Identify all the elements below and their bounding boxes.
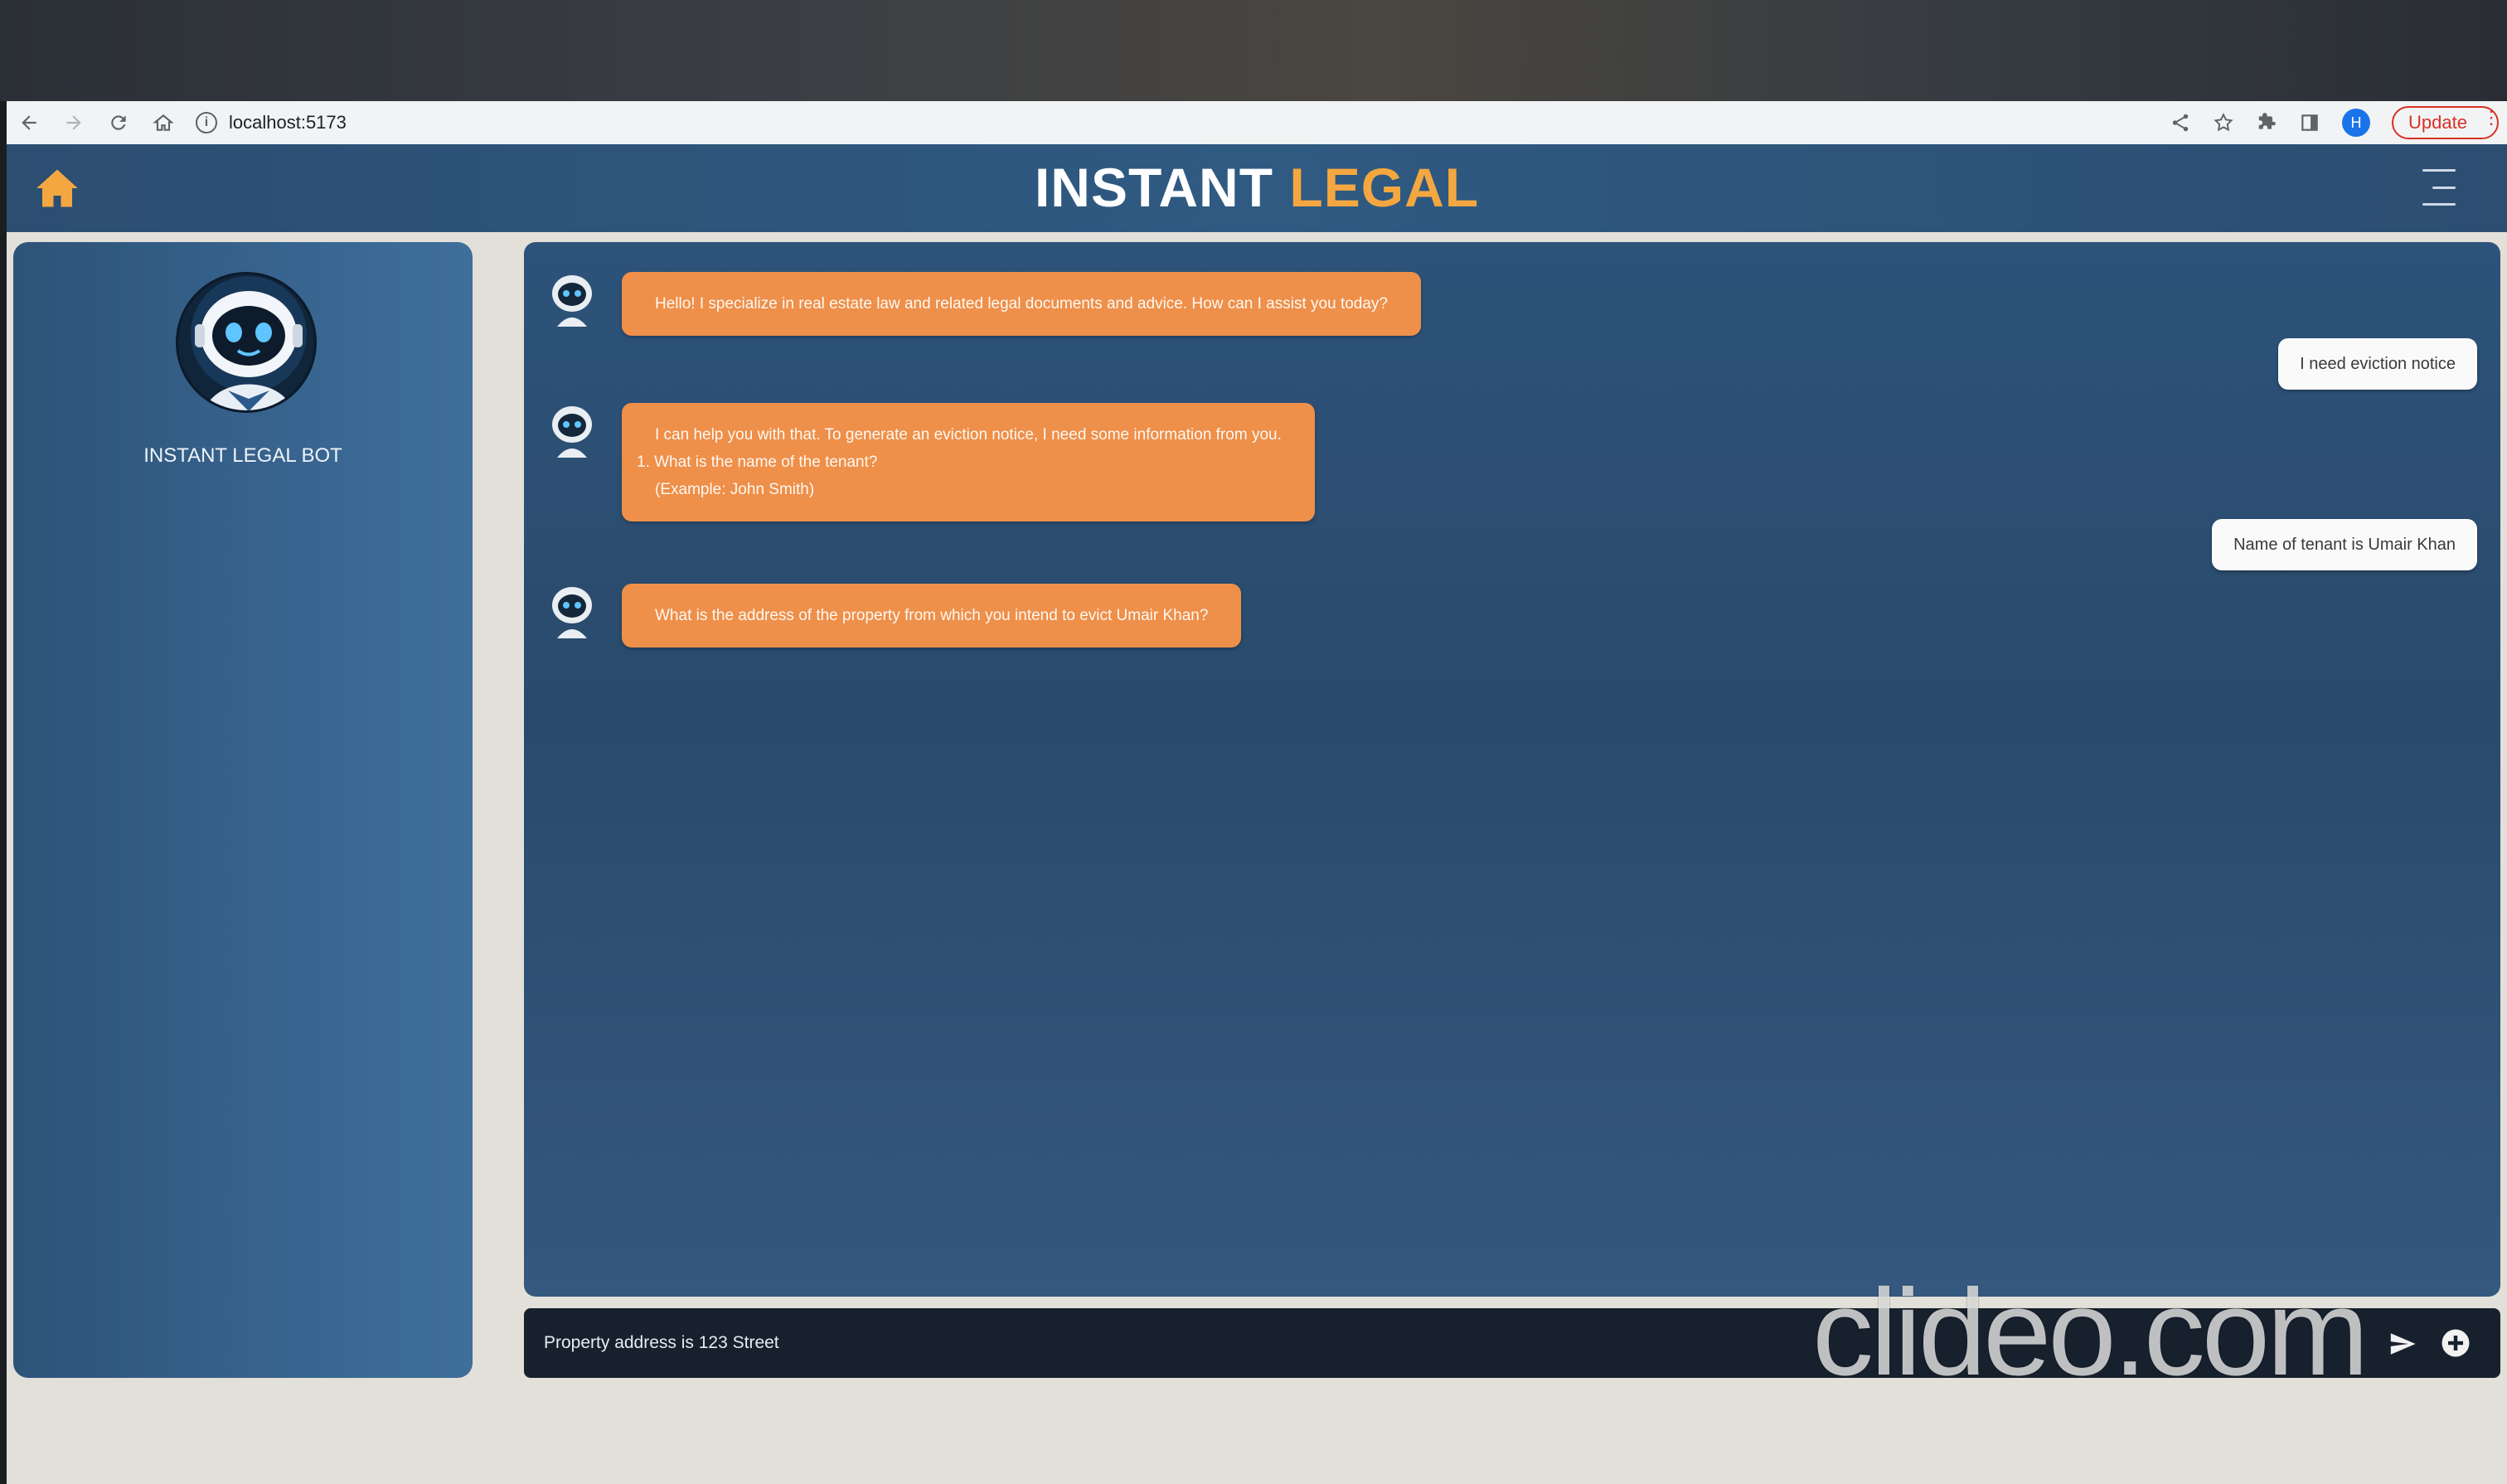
bot-message-text: Hello! I specialize in real estate law a… [655,295,1388,313]
site-info-icon[interactable]: i [196,112,217,133]
title-part-instant: INSTANT [1034,157,1274,218]
screen: i localhost:5173 H Update ⋮ INSTANT LEGA… [0,0,2507,1484]
forward-arrow-icon [66,115,81,130]
robot-icon [178,274,314,410]
bot-message-text: What is the address of the property from… [655,607,1209,624]
bot-message-example: (Example: John Smith) [655,481,815,498]
extensions-puzzle-icon[interactable] [2256,112,2277,133]
chat-input-bar: clideo.com [524,1272,2500,1394]
bot-avatar [176,272,317,413]
profile-avatar[interactable]: H [2342,109,2371,137]
reload-button[interactable] [96,101,141,144]
sidebar: INSTANT LEGAL BOT [13,242,473,1378]
bot-message-avatar-icon [552,587,592,638]
address-bar[interactable]: i localhost:5173 [196,106,347,139]
browser-home-icon [153,114,174,131]
app-window: INSTANT LEGAL INSTANT LEGAL BOT Hello! I… [7,144,2507,1484]
app-header: INSTANT LEGAL [7,144,2507,232]
bot-message-bubble: Hello! I specialize in real estate law a… [622,272,1421,336]
plus-circle-icon[interactable] [2441,1328,2471,1358]
bot-message-avatar-icon [552,406,592,458]
browser-actions: H Update ⋮ [2170,106,2507,139]
message-input[interactable] [544,1308,2285,1378]
bot-message-bubble: I can help you with that. To generate an… [622,403,1315,521]
home-page-button[interactable] [141,101,186,144]
side-panel-icon[interactable] [2299,112,2320,133]
hamburger-menu-icon[interactable] [2422,169,2456,206]
reload-icon [111,115,126,130]
browser-toolbar: i localhost:5173 H Update ⋮ [7,101,2507,144]
bot-name: INSTANT LEGAL BOT [143,444,342,467]
bot-message-text: I can help you with that. To generate an… [655,426,1282,444]
forward-button[interactable] [51,101,96,144]
bot-message-question: 1. What is the name of the tenant? [637,453,878,471]
user-message-bubble: Name of tenant is Umair Khan [2212,519,2477,570]
back-button[interactable] [7,101,51,144]
app-title: INSTANT LEGAL [7,156,2507,219]
send-icon[interactable] [2388,1330,2417,1358]
bot-message-avatar-icon [552,275,592,327]
title-part-legal: LEGAL [1289,157,1480,218]
user-message-bubble: I need eviction notice [2278,338,2477,390]
back-arrow-icon [22,115,36,130]
more-vert-icon: ⋮ [2482,107,2500,128]
share-icon[interactable] [2170,112,2191,133]
update-button[interactable]: Update ⋮ [2392,106,2500,139]
update-label: Update [2408,112,2467,133]
url-text: localhost:5173 [229,112,347,133]
bot-message-bubble: What is the address of the property from… [622,584,1242,647]
desktop-background [0,0,2507,101]
bookmark-star-icon[interactable] [2213,112,2234,133]
chat-messages-panel: Hello! I specialize in real estate law a… [524,242,2500,1297]
